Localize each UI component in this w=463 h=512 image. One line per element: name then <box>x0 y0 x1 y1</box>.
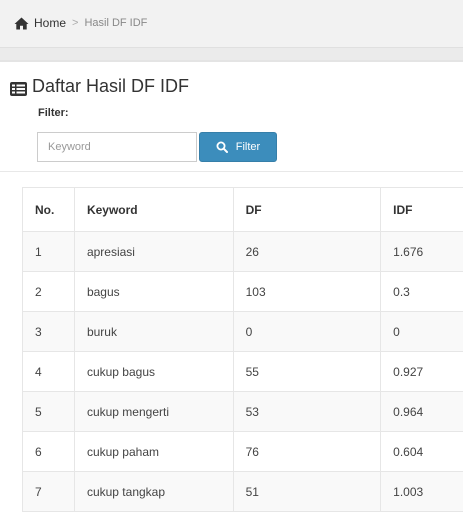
cell-keyword: apresiasi <box>74 232 233 272</box>
table-container: No. Keyword DF IDF 1 apresiasi 26 1.676 … <box>0 171 463 502</box>
filter-button[interactable]: Filter <box>199 132 277 162</box>
cell-idf: 1.003 <box>381 472 463 512</box>
page-title: Daftar Hasil DF IDF <box>10 76 189 97</box>
column-header-no[interactable]: No. <box>23 188 75 232</box>
df-idf-table: No. Keyword DF IDF 1 apresiasi 26 1.676 … <box>22 187 463 512</box>
table-row: 5 cukup mengerti 53 0.964 <box>23 392 463 432</box>
keyword-input[interactable] <box>37 132 197 162</box>
cell-idf: 0.927 <box>381 352 463 392</box>
table-row: 2 bagus 103 0.3 <box>23 272 463 312</box>
cell-keyword: buruk <box>74 312 233 352</box>
table-row: 7 cukup tangkap 51 1.003 <box>23 472 463 512</box>
cell-keyword: bagus <box>74 272 233 312</box>
table-row: 4 cukup bagus 55 0.927 <box>23 352 463 392</box>
cell-df: 76 <box>233 432 381 472</box>
cell-no: 7 <box>23 472 75 512</box>
cell-df: 0 <box>233 312 381 352</box>
table-row: 3 buruk 0 0 <box>23 312 463 352</box>
filter-button-label: Filter <box>236 141 260 153</box>
breadcrumb-bar: Home > Hasil DF IDF <box>0 0 463 48</box>
breadcrumb: Home > Hasil DF IDF <box>14 16 147 30</box>
cell-keyword: cukup bagus <box>74 352 233 392</box>
filter-label: Filter: <box>38 107 69 119</box>
cell-df: 55 <box>233 352 381 392</box>
cell-no: 6 <box>23 432 75 472</box>
cell-idf: 1.676 <box>381 232 463 272</box>
table-row: 6 cukup paham 76 0.604 <box>23 432 463 472</box>
cell-no: 1 <box>23 232 75 272</box>
breadcrumb-separator: > <box>72 17 78 29</box>
cell-df: 103 <box>233 272 381 312</box>
cell-no: 5 <box>23 392 75 432</box>
cell-keyword: cukup paham <box>74 432 233 472</box>
home-icon[interactable] <box>14 17 29 30</box>
column-header-df[interactable]: DF <box>233 188 381 232</box>
list-icon <box>10 80 27 94</box>
cell-no: 3 <box>23 312 75 352</box>
table-header-row: No. Keyword DF IDF <box>23 188 463 232</box>
breadcrumb-home-link[interactable]: Home <box>34 16 66 30</box>
cell-idf: 0 <box>381 312 463 352</box>
breadcrumb-current: Hasil DF IDF <box>84 17 147 29</box>
cell-df: 26 <box>233 232 381 272</box>
cell-keyword: cukup mengerti <box>74 392 233 432</box>
header-strip <box>0 48 463 60</box>
cell-df: 53 <box>233 392 381 432</box>
cell-no: 2 <box>23 272 75 312</box>
page-title-text: Daftar Hasil DF IDF <box>32 76 189 97</box>
column-header-keyword[interactable]: Keyword <box>74 188 233 232</box>
cell-idf: 0.3 <box>381 272 463 312</box>
cell-keyword: cukup tangkap <box>74 472 233 512</box>
search-icon <box>216 141 228 153</box>
cell-idf: 0.604 <box>381 432 463 472</box>
table-row: 1 apresiasi 26 1.676 <box>23 232 463 272</box>
cell-no: 4 <box>23 352 75 392</box>
column-header-idf[interactable]: IDF <box>381 188 463 232</box>
cell-df: 51 <box>233 472 381 512</box>
cell-idf: 0.964 <box>381 392 463 432</box>
